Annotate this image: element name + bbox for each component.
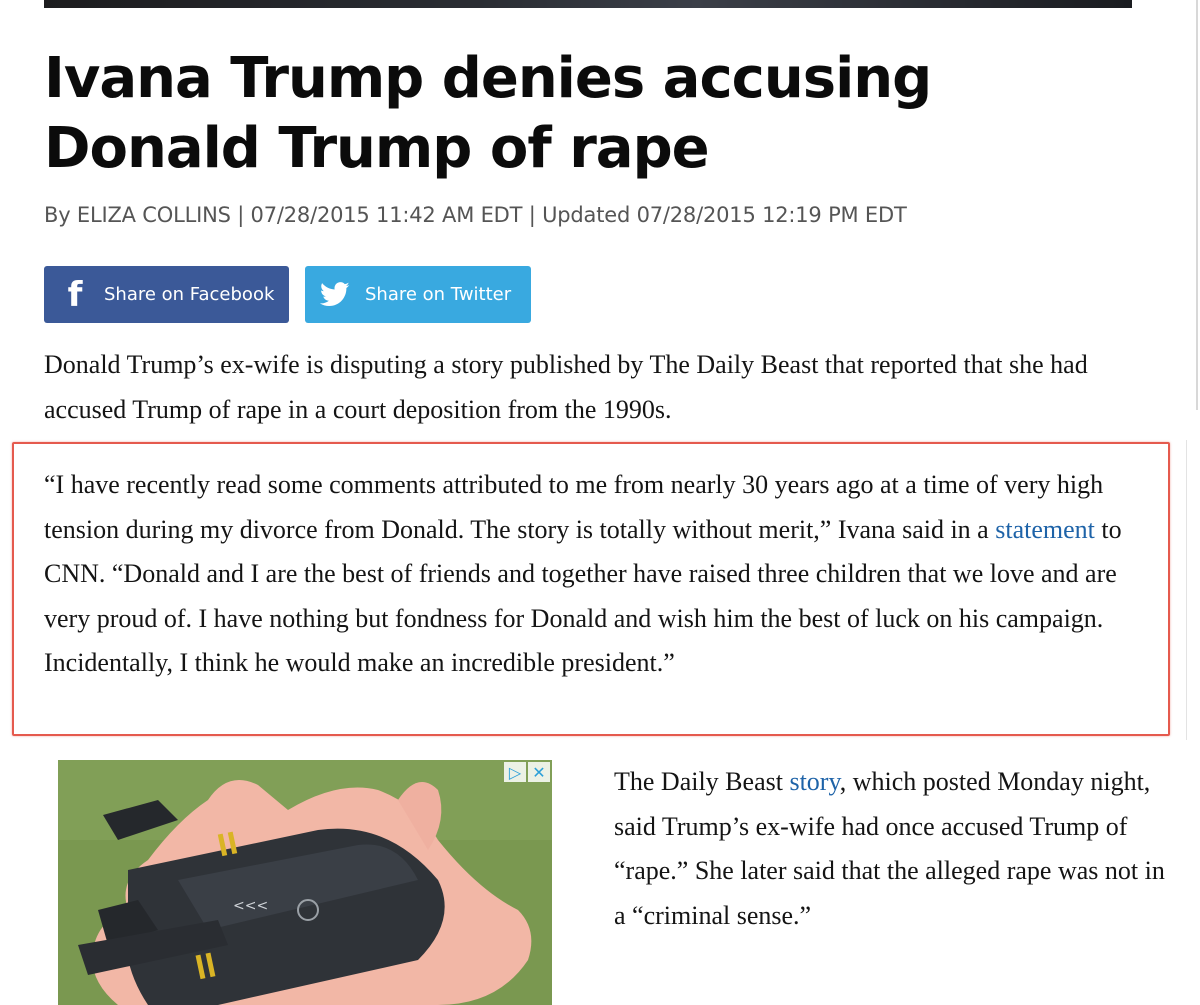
share-facebook-button[interactable]: f Share on Facebook [44, 266, 289, 323]
sidebar-divider [1186, 440, 1187, 740]
quote-text-before-link: “I have recently read some comments attr… [44, 470, 1104, 544]
story-link[interactable]: story [789, 767, 839, 796]
facebook-icon: f [67, 274, 83, 315]
statement-link[interactable]: statement [995, 515, 1095, 544]
scrollbar-track[interactable] [1196, 0, 1198, 410]
article-headline: Ivana Trump denies accusing Donald Trump… [44, 46, 932, 181]
share-twitter-button[interactable]: Share on Twitter [305, 266, 531, 323]
share-twitter-label: Share on Twitter [365, 284, 512, 305]
svg-text:<<<: <<< [233, 898, 268, 914]
article-paragraph-1: Donald Trump’s ex-wife is disputing a st… [44, 350, 1088, 424]
close-icon[interactable]: ✕ [528, 762, 550, 782]
header-image-strip [44, 0, 1132, 8]
article-paragraph-3: The Daily Beast story, which posted Mond… [614, 760, 1174, 938]
article-byline: By ELIZA COLLINS | 07/28/2015 11:42 AM E… [44, 203, 907, 227]
advertisement[interactable]: <<< ▷ ✕ [58, 760, 552, 1005]
adchoices-icon[interactable]: ▷ [504, 762, 526, 782]
para3-text-before-link: The Daily Beast [614, 767, 790, 796]
share-facebook-label: Share on Facebook [104, 284, 275, 305]
article-paragraph-quote: “I have recently read some comments attr… [44, 463, 1144, 686]
twitter-bird-icon [319, 282, 351, 307]
drone-ad-image: <<< [58, 760, 552, 1005]
